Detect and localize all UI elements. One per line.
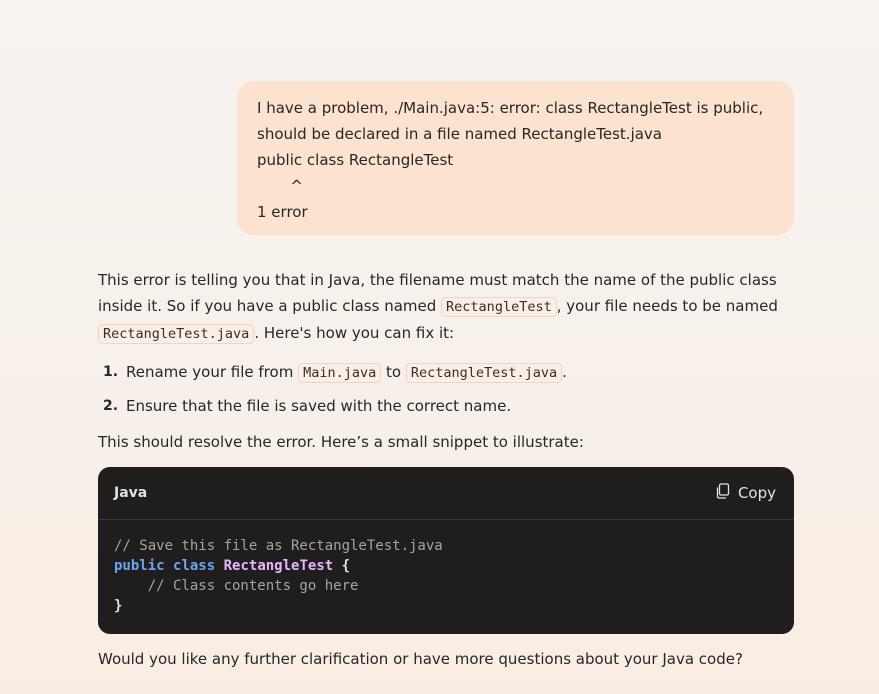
step-text: to	[381, 362, 406, 381]
assistant-closing-paragraph: Would you like any further clarification…	[98, 650, 743, 668]
code-comment: // Save this file as RectangleTest.java	[114, 538, 443, 554]
list-item-number: 2.	[103, 398, 119, 414]
code-content: // Save this file as RectangleTest.java …	[98, 520, 794, 632]
user-message-line: public class RectangleTest	[257, 151, 454, 169]
inline-code: RectangleTest	[441, 297, 557, 317]
code-block: Java Copy // Save this file as Rectangle…	[98, 467, 794, 634]
assistant-after-list-paragraph: This should resolve the error. Here’s a …	[98, 433, 584, 451]
code-block-header: Java Copy	[98, 467, 794, 520]
list-item: 1. Rename your file from Main.java to Re…	[98, 355, 798, 389]
list-item-text: Rename your file from Main.java to Recta…	[126, 359, 567, 386]
code-keyword: class	[173, 558, 216, 574]
copy-button[interactable]: Copy	[716, 483, 776, 503]
code-brace: }	[114, 598, 123, 614]
copy-button-label: Copy	[737, 484, 776, 502]
copy-icon	[716, 483, 730, 503]
user-message-bubble: I have a problem, ./Main.java:5: error: …	[237, 81, 794, 235]
user-message-line: ^	[257, 177, 303, 195]
code-comment: // Class contents go here	[114, 578, 359, 594]
user-message-line: 1 error	[257, 203, 308, 221]
code-keyword: public	[114, 558, 165, 574]
list-item-text: Ensure that the file is saved with the c…	[126, 397, 512, 415]
inline-code: Main.java	[298, 362, 382, 383]
user-message-line: should be declared in a file named Recta…	[257, 125, 662, 143]
code-class-name: RectangleTest	[223, 558, 334, 574]
list-item-number: 1.	[103, 364, 119, 380]
user-message-line: I have a problem, ./Main.java:5: error: …	[257, 99, 764, 117]
code-language-label: Java	[114, 485, 148, 501]
intro-text: , your file needs to be named	[556, 297, 778, 315]
step-text: .	[562, 362, 567, 381]
intro-text: . Here's how you can fix it:	[254, 324, 455, 342]
list-item: 2. Ensure that the file is saved with th…	[98, 389, 798, 423]
inline-code: RectangleTest.java	[405, 362, 563, 383]
code-brace: {	[341, 558, 351, 574]
assistant-message: This error is telling you that in Java, …	[98, 267, 798, 455]
steps-list: 1. Rename your file from Main.java to Re…	[98, 355, 798, 423]
assistant-intro-paragraph: This error is telling you that in Java, …	[98, 267, 798, 347]
inline-code: RectangleTest.java	[98, 324, 255, 344]
step-text: Rename your file from	[126, 362, 299, 381]
